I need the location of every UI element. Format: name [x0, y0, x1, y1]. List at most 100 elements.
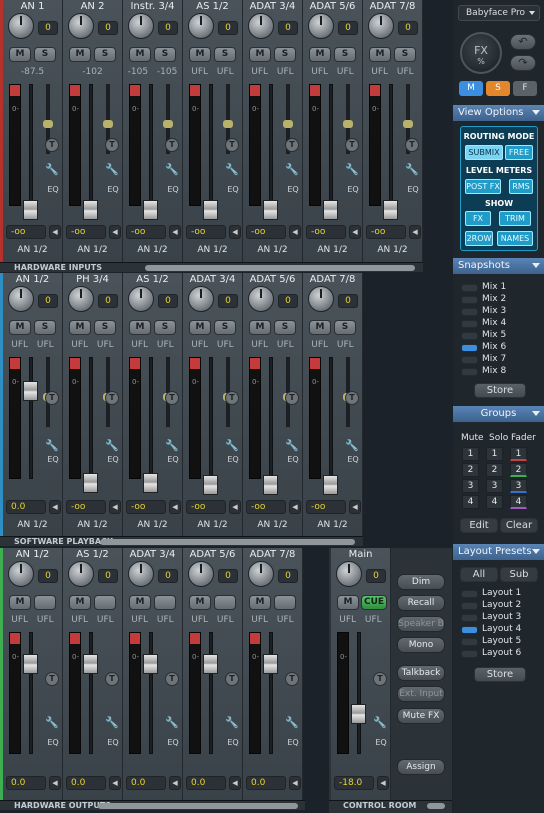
- gain-knob[interactable]: [68, 561, 94, 587]
- settings-wrench-icon[interactable]: 🔧: [165, 716, 179, 730]
- settings-wrench-icon[interactable]: 🔧: [345, 439, 359, 453]
- meters-postfx-button[interactable]: POST FX: [465, 179, 501, 194]
- gain-knob[interactable]: [308, 286, 334, 312]
- speaker-b-button[interactable]: Speaker B: [397, 616, 445, 632]
- gain-knob[interactable]: [128, 561, 154, 587]
- show-names-button[interactable]: NAMES: [497, 231, 533, 246]
- routing-target[interactable]: AN 1/2: [63, 520, 122, 530]
- snapshot-item[interactable]: Mix 2: [458, 294, 538, 306]
- trim-button[interactable]: T: [45, 138, 59, 152]
- eq-button[interactable]: EQ: [372, 738, 390, 750]
- channel-name[interactable]: ADAT 3/4: [123, 549, 182, 560]
- eq-button[interactable]: EQ: [104, 185, 122, 197]
- group-cell[interactable]: 3: [486, 479, 503, 493]
- settings-wrench-icon[interactable]: 🔧: [285, 716, 299, 730]
- meters-rms-button[interactable]: RMS: [509, 179, 533, 194]
- solo-button[interactable]: S: [94, 320, 116, 335]
- routing-target[interactable]: AN 1/2: [63, 245, 122, 255]
- gain-knob[interactable]: [128, 13, 154, 39]
- gain-value[interactable]: 0: [278, 294, 298, 308]
- mute-button[interactable]: M: [69, 47, 91, 62]
- trim-button[interactable]: T: [225, 391, 239, 405]
- trim-button[interactable]: T: [285, 672, 299, 686]
- group-cell[interactable]: 4: [510, 495, 527, 509]
- trim-button[interactable]: T: [345, 138, 359, 152]
- group-cell[interactable]: 1: [486, 447, 503, 461]
- solo-button[interactable]: S: [214, 47, 236, 62]
- group-cell[interactable]: 1: [462, 447, 479, 461]
- settings-wrench-icon[interactable]: 🔧: [225, 439, 239, 453]
- routing-target[interactable]: AN 1/2: [363, 245, 422, 255]
- eq-button[interactable]: EQ: [224, 455, 242, 467]
- eq-button[interactable]: EQ: [284, 738, 302, 750]
- snapshot-item[interactable]: Mix 1: [458, 282, 538, 294]
- pan-handle[interactable]: [43, 120, 53, 128]
- mute-button[interactable]: M: [69, 320, 91, 335]
- routing-arrow-button[interactable]: ◀: [289, 225, 301, 239]
- eq-button[interactable]: EQ: [284, 185, 302, 197]
- snapshot-item[interactable]: Mix 4: [458, 318, 538, 330]
- settings-wrench-icon[interactable]: 🔧: [105, 439, 119, 453]
- trim-button[interactable]: T: [105, 391, 119, 405]
- gain-knob[interactable]: [308, 13, 334, 39]
- channel-name[interactable]: ADAT 7/8: [243, 549, 302, 560]
- group-cell[interactable]: 3: [462, 479, 479, 493]
- trim-button[interactable]: T: [165, 672, 179, 686]
- eq-button[interactable]: EQ: [104, 455, 122, 467]
- gain-value[interactable]: 0: [98, 294, 118, 308]
- routing-target[interactable]: AN 1/2: [303, 520, 362, 530]
- playback-scrollbar[interactable]: [100, 539, 355, 545]
- fader-handle[interactable]: [143, 200, 158, 220]
- outputs-scrollbar[interactable]: [98, 803, 298, 809]
- trim-button[interactable]: T: [165, 138, 179, 152]
- settings-wrench-icon[interactable]: 🔧: [285, 163, 299, 177]
- trim-button[interactable]: T: [285, 138, 299, 152]
- msf-s-button[interactable]: S: [486, 81, 510, 96]
- routing-arrow-button[interactable]: ◀: [409, 225, 421, 239]
- group-cell[interactable]: 4: [462, 495, 479, 509]
- snapshots-header[interactable]: Snapshots: [453, 258, 544, 274]
- gain-value[interactable]: 0: [338, 294, 358, 308]
- routing-arrow-button[interactable]: ◀: [169, 500, 181, 514]
- solo-button[interactable]: S: [154, 320, 176, 335]
- fader-handle[interactable]: [143, 654, 158, 674]
- routing-arrow-button[interactable]: ◀: [289, 500, 301, 514]
- routing-arrow-button[interactable]: ◀: [109, 225, 121, 239]
- channel-name[interactable]: AS 1/2: [123, 274, 182, 285]
- solo-button[interactable]: [94, 595, 116, 610]
- routing-arrow-button[interactable]: ◀: [109, 500, 121, 514]
- layout-item[interactable]: Layout 2: [458, 600, 538, 612]
- mute-fx-button[interactable]: Mute FX: [397, 708, 445, 724]
- settings-wrench-icon[interactable]: 🔧: [285, 439, 299, 453]
- mute-button[interactable]: M: [249, 320, 271, 335]
- gain-value[interactable]: 0: [278, 21, 298, 35]
- trim-button[interactable]: T: [225, 672, 239, 686]
- channel-name[interactable]: ADAT 5/6: [243, 274, 302, 285]
- mono-button[interactable]: Mono: [397, 637, 445, 653]
- eq-button[interactable]: EQ: [164, 455, 182, 467]
- mute-button[interactable]: M: [9, 320, 31, 335]
- channel-name[interactable]: ADAT 3/4: [243, 1, 302, 12]
- gain-knob[interactable]: [248, 561, 274, 587]
- gain-value[interactable]: 0: [218, 21, 238, 35]
- gain-value[interactable]: 0: [366, 569, 386, 583]
- solo-button[interactable]: [154, 595, 176, 610]
- routing-arrow-button[interactable]: ◀: [289, 776, 301, 790]
- fader-handle[interactable]: [323, 200, 338, 220]
- groups-clear-button[interactable]: Clear: [500, 518, 538, 533]
- gain-value[interactable]: 0: [218, 294, 238, 308]
- eq-button[interactable]: EQ: [164, 738, 182, 750]
- fader-handle[interactable]: [323, 475, 338, 495]
- eq-button[interactable]: EQ: [104, 738, 122, 750]
- settings-wrench-icon[interactable]: 🔧: [105, 716, 119, 730]
- dim-button[interactable]: Dim: [397, 574, 445, 590]
- fader-handle[interactable]: [23, 381, 38, 401]
- mute-button[interactable]: M: [69, 595, 91, 610]
- mute-button[interactable]: M: [309, 47, 331, 62]
- channel-name[interactable]: ADAT 7/8: [363, 1, 422, 12]
- channel-name[interactable]: ADAT 3/4: [183, 274, 242, 285]
- gain-value[interactable]: 0: [278, 569, 298, 583]
- settings-wrench-icon[interactable]: 🔧: [345, 163, 359, 177]
- routing-arrow-button[interactable]: ◀: [169, 776, 181, 790]
- routing-arrow-button[interactable]: ◀: [349, 225, 361, 239]
